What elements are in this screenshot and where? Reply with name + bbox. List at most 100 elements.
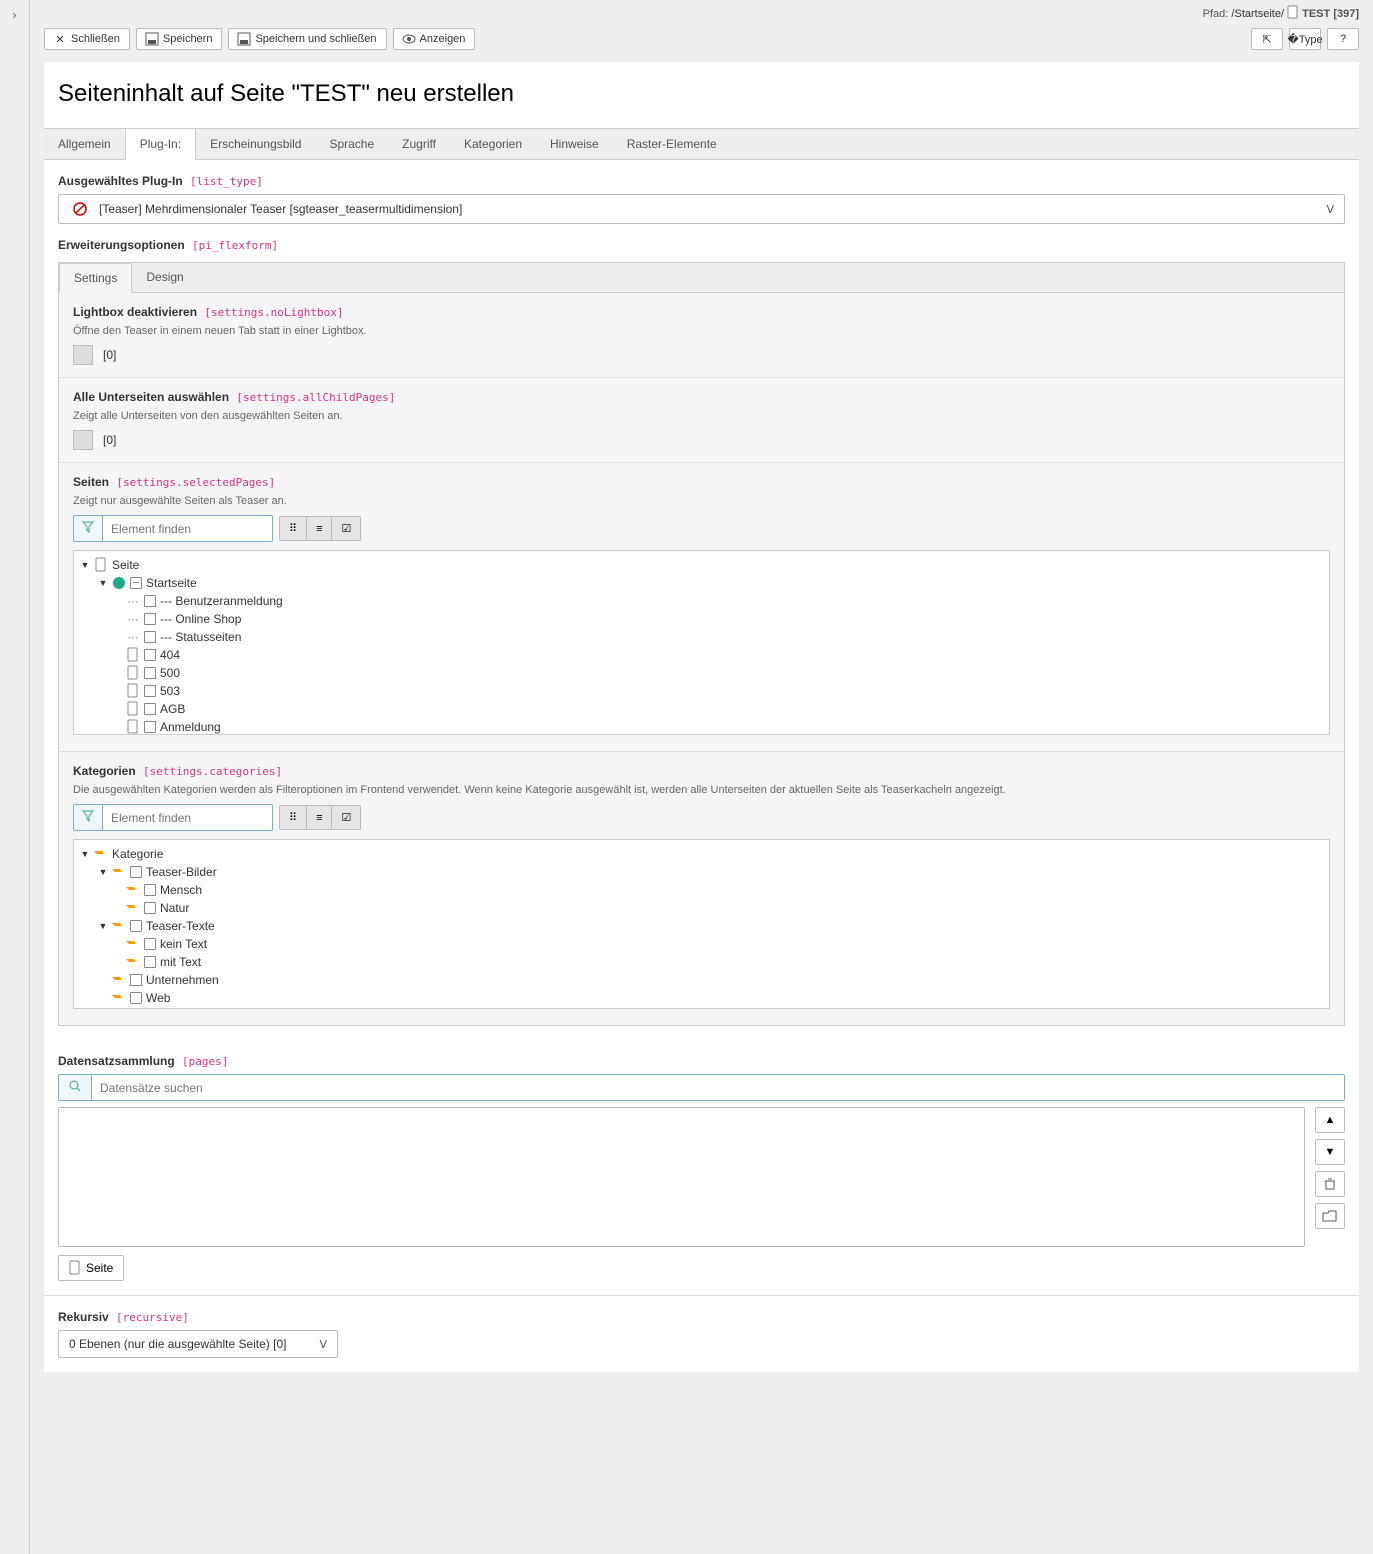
tree-item[interactable]: Unternehmen — [80, 972, 1323, 988]
nolightbox-label: Lightbox deaktivieren — [73, 305, 197, 319]
allchild-checkbox[interactable] — [73, 430, 93, 450]
view-button[interactable]: Anzeigen — [393, 28, 476, 50]
tree-item[interactable]: 404 — [80, 647, 1323, 663]
cat-select-all[interactable]: ☑ — [332, 806, 360, 829]
tree-icon: ⋯ — [126, 612, 140, 626]
tree-item[interactable]: 500 — [80, 665, 1323, 681]
tree-icon: ⋯ — [126, 594, 140, 608]
tree-root[interactable]: ▼Kategorie — [80, 846, 1323, 862]
tree-icon — [126, 648, 140, 662]
pages-expand-all[interactable]: ⠿ — [280, 517, 307, 540]
move-up-button[interactable]: ▲ — [1315, 1107, 1345, 1133]
search-icon — [59, 1075, 92, 1100]
tag-icon — [126, 955, 140, 969]
tab-erscheinungsbild[interactable]: Erscheinungsbild — [196, 129, 315, 159]
tab-zugriff[interactable]: Zugriff — [388, 129, 450, 159]
records-list[interactable] — [58, 1107, 1305, 1247]
tree-item[interactable]: Web — [80, 990, 1323, 1006]
close-button[interactable]: ✕ Schließen — [44, 28, 130, 50]
tab-allgemein[interactable]: Allgemein — [44, 129, 125, 159]
tree-checkbox[interactable] — [130, 992, 142, 1004]
page-title-crumb: TEST — [1302, 8, 1330, 20]
pages-label: Seiten — [73, 475, 109, 489]
tree-item[interactable]: ⋯--- Statusseiten — [80, 629, 1323, 645]
tree-checkbox[interactable] — [144, 884, 156, 896]
tree-root[interactable]: ▼Seite — [80, 557, 1323, 573]
tag-icon — [112, 973, 126, 987]
tree-item[interactable]: Anmeldung — [80, 719, 1323, 735]
tree-checkbox[interactable] — [144, 631, 156, 643]
pages-desc: Zeigt nur ausgewählte Seiten als Teaser … — [73, 495, 1330, 507]
tree-item[interactable]: Natur — [80, 900, 1323, 916]
tree-icon — [126, 666, 140, 680]
tab-sprache[interactable]: Sprache — [315, 129, 388, 159]
pages-filter-input[interactable] — [103, 515, 273, 542]
save-close-button[interactable]: Speichern und schließen — [228, 28, 386, 50]
tag-icon — [126, 937, 140, 951]
tree-item[interactable]: ▼Startseite — [80, 575, 1323, 591]
tree-checkbox[interactable] — [144, 667, 156, 679]
tree-item[interactable]: AGB — [80, 701, 1323, 717]
tree-icon — [126, 684, 140, 698]
tree-item[interactable]: ⋯--- Benutzeranmeldung — [80, 593, 1323, 609]
cat-expand-all[interactable]: ⠿ — [280, 806, 307, 829]
recursive-label: Rekursiv — [58, 1310, 109, 1324]
tree-checkbox[interactable] — [144, 902, 156, 914]
tree-item[interactable]: mit Text — [80, 954, 1323, 970]
cat-filter-input[interactable] — [103, 804, 273, 831]
tree-checkbox[interactable] — [130, 920, 142, 932]
add-page-button[interactable]: Seite — [58, 1255, 124, 1281]
tree-item[interactable]: ⋯--- Online Shop — [80, 611, 1323, 627]
tree-checkbox[interactable] — [144, 595, 156, 607]
tree-checkbox[interactable] — [144, 956, 156, 968]
tree-item[interactable]: Mensch — [80, 882, 1323, 898]
tree-item[interactable]: 503 — [80, 683, 1323, 699]
tree-item[interactable]: ▼Teaser-Bilder — [80, 864, 1323, 880]
tree-checkbox[interactable] — [144, 649, 156, 661]
tab-kategorien[interactable]: Kategorien — [450, 129, 536, 159]
chevron-down-icon: ᐯ — [319, 1338, 327, 1351]
tree-checkbox[interactable] — [144, 721, 156, 733]
breadcrumb-link[interactable]: /Startseite/ — [1231, 8, 1284, 20]
pages-filter-toggle[interactable] — [73, 515, 103, 542]
save-close-icon — [238, 33, 250, 45]
tree-checkbox[interactable] — [144, 703, 156, 715]
tree-checkbox[interactable] — [130, 577, 142, 589]
nolightbox-checkbox[interactable] — [73, 345, 93, 365]
expand-sidebar-icon[interactable]: › — [13, 8, 17, 22]
action-toolbar: ✕ Schließen Speichern Speichern und schl… — [44, 28, 475, 50]
tab-plugin[interactable]: Plug-In: — [125, 128, 196, 160]
tree-item[interactable]: ▼Teaser-Texte — [80, 918, 1323, 934]
browse-button[interactable] — [1315, 1203, 1345, 1229]
share-button[interactable]: �Type — [1289, 28, 1321, 50]
open-external-button[interactable]: ⇱ — [1251, 28, 1283, 50]
subtab-design[interactable]: Design — [132, 263, 197, 292]
plugin-select[interactable]: [Teaser] Mehrdimensionaler Teaser [sgtea… — [58, 194, 1345, 224]
save-button[interactable]: Speichern — [136, 28, 223, 50]
tree-checkbox[interactable] — [144, 613, 156, 625]
cat-collapse-all[interactable]: ≡ — [307, 806, 332, 829]
cat-filter-toggle[interactable] — [73, 804, 103, 831]
pages-select-all[interactable]: ☑ — [332, 517, 360, 540]
close-icon: ✕ — [54, 33, 66, 45]
plugin-code: [list_type] — [190, 175, 263, 188]
tree-item[interactable]: kein Text — [80, 936, 1323, 952]
tab-hinweise[interactable]: Hinweise — [536, 129, 613, 159]
tab-raster[interactable]: Raster-Elemente — [613, 129, 731, 159]
tree-checkbox[interactable] — [130, 974, 142, 986]
move-down-button[interactable]: ▼ — [1315, 1139, 1345, 1165]
subtab-settings[interactable]: Settings — [59, 263, 132, 293]
tree-icon: ⋯ — [126, 630, 140, 644]
pages-collapse-all[interactable]: ≡ — [307, 517, 332, 540]
tree-icon — [126, 720, 140, 734]
recursive-value: 0 Ebenen (nur die ausgewählte Seite) [0] — [69, 1337, 286, 1351]
tree-checkbox[interactable] — [144, 685, 156, 697]
flexform-tabs: Settings Design — [59, 263, 1344, 293]
recursive-select[interactable]: 0 Ebenen (nur die ausgewählte Seite) [0]… — [58, 1330, 338, 1358]
delete-button[interactable] — [1315, 1171, 1345, 1197]
tree-checkbox[interactable] — [130, 866, 142, 878]
tree-checkbox[interactable] — [144, 938, 156, 950]
records-search-input[interactable] — [92, 1075, 1344, 1100]
ext-code: [pi_flexform] — [192, 239, 278, 252]
help-button[interactable]: ? — [1327, 28, 1359, 50]
